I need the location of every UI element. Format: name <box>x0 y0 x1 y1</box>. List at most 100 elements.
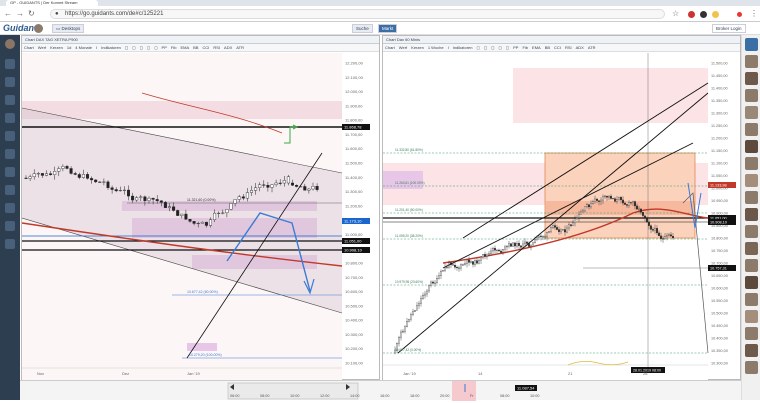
toolbar-item[interactable]: Chart <box>22 44 36 51</box>
price-chart-right[interactable]: 11.500,00 11.450,00 11.400,00 11.350,00 11.3… <box>383 53 742 380</box>
expert-avatar[interactable] <box>745 174 758 187</box>
toolbar-item[interactable]: RSI <box>211 44 222 51</box>
toolbar-item[interactable]: ◻ <box>496 44 503 51</box>
price-badge-label: 11.087,54 <box>517 386 535 391</box>
toolbar-item[interactable]: ◻ <box>489 44 496 51</box>
toolbar-item[interactable]: BB <box>191 44 200 51</box>
sidebar-icon-chart[interactable] <box>5 77 15 87</box>
toolbar-item[interactable]: Fib <box>169 44 179 51</box>
search-button[interactable]: Suche <box>352 24 373 33</box>
expert-avatar[interactable] <box>745 38 758 51</box>
candle-body <box>410 314 412 320</box>
extension-icon[interactable] <box>700 11 707 18</box>
candle-body <box>488 253 490 256</box>
toolbar-item[interactable]: BB <box>543 44 552 51</box>
sidebar-icon-news[interactable] <box>5 113 15 123</box>
forward-icon[interactable]: → <box>16 9 24 19</box>
toolbar-item[interactable]: ◻ <box>482 44 489 51</box>
desktops-button[interactable]: ▭ Desktops <box>52 24 85 33</box>
expert-avatar[interactable] <box>745 276 758 289</box>
toolbar-item[interactable]: Indikatoren <box>451 44 475 51</box>
candle-body <box>574 218 576 224</box>
toolbar-item[interactable]: ◻ <box>152 44 159 51</box>
toolbar-item[interactable]: Indikatoren <box>99 44 123 51</box>
toolbar-item[interactable]: Chart <box>383 44 397 51</box>
candle-body <box>520 245 522 248</box>
expert-avatar[interactable] <box>745 89 758 102</box>
expert-avatar[interactable] <box>745 344 758 357</box>
expert-avatar[interactable] <box>745 140 758 153</box>
candle-body <box>510 243 512 247</box>
profile-icon[interactable] <box>736 11 743 18</box>
toolbar-item[interactable]: CCI <box>552 44 563 51</box>
sidebar-icon-alerts[interactable] <box>5 149 15 159</box>
sidebar-icon-help[interactable] <box>5 221 15 231</box>
sidebar-icon-messages[interactable] <box>5 185 15 195</box>
broker-login-button[interactable]: Broker Login <box>712 24 746 33</box>
expert-avatar[interactable] <box>745 327 758 340</box>
toolbar-item[interactable]: Werf <box>36 44 48 51</box>
toolbar-item[interactable]: 1d <box>65 44 73 51</box>
sidebar-icon-portfolio[interactable] <box>5 131 15 141</box>
candle-body <box>470 261 472 263</box>
toolbar-item[interactable]: ATR <box>234 44 246 51</box>
expert-avatar[interactable] <box>745 242 758 255</box>
expert-avatar[interactable] <box>745 310 758 323</box>
extension-icon[interactable] <box>688 11 695 18</box>
price-tag-label: 10.908,10 <box>710 221 727 225</box>
timeline-strip[interactable]: 06:00 08:00 10:00 12:00 14:00 16:00 18:00 20:00… <box>20 381 741 401</box>
toolbar-item[interactable]: 1 Woche <box>426 44 446 51</box>
expert-avatar[interactable] <box>745 72 758 85</box>
avatar[interactable] <box>34 24 43 33</box>
sidebar-icon-desktop[interactable] <box>5 59 15 69</box>
toolbar-item[interactable]: EMA <box>178 44 191 51</box>
toolbar-item[interactable]: ◻ <box>138 44 145 51</box>
toolbar-item[interactable]: EMA <box>530 44 543 51</box>
extension-icon[interactable] <box>712 11 719 18</box>
expert-avatar[interactable] <box>745 55 758 68</box>
toolbar-item[interactable]: Werf <box>397 44 409 51</box>
toolbar-item[interactable]: ◻ <box>474 44 481 51</box>
expert-avatar[interactable] <box>745 293 758 306</box>
expert-avatar[interactable] <box>745 259 758 272</box>
sidebar-icon-watchlist[interactable] <box>5 95 15 105</box>
sidebar-icon-settings[interactable] <box>5 203 15 213</box>
toolbar-item[interactable]: ◻ <box>145 44 152 51</box>
price-chart-left[interactable]: 12.200,00 12.100,00 12.000,00 11.900,00 11.8… <box>22 53 381 380</box>
expert-avatar[interactable] <box>745 123 758 136</box>
sidebar-icon-tools[interactable] <box>5 239 15 249</box>
user-avatar[interactable] <box>5 39 15 49</box>
toolbar-item[interactable]: PP <box>511 44 520 51</box>
expert-avatar[interactable] <box>745 157 758 170</box>
toolbar-item[interactable]: PP <box>160 44 169 51</box>
expert-avatar[interactable] <box>745 225 758 238</box>
expert-avatar[interactable] <box>745 208 758 221</box>
candle-body <box>542 236 544 238</box>
expert-avatar[interactable] <box>745 361 758 374</box>
toolbar-item[interactable]: ◻ <box>130 44 137 51</box>
toolbar-item[interactable]: 4 Monate <box>73 44 94 51</box>
menu-icon[interactable]: ⋮ <box>750 9 758 19</box>
toolbar-item[interactable]: Kerzen <box>48 44 65 51</box>
star-icon[interactable]: ☆ <box>672 9 679 19</box>
expert-avatar[interactable] <box>745 191 758 204</box>
candle-body <box>514 242 516 247</box>
price-tag-label: 11.133,98 <box>710 184 727 188</box>
candle-body <box>598 200 600 202</box>
toolbar-item[interactable]: ADX <box>222 44 234 51</box>
reload-icon[interactable]: ↻ <box>28 9 35 19</box>
toolbar-item[interactable]: ◻ <box>123 44 130 51</box>
toolbar-item[interactable]: Kerzen <box>409 44 426 51</box>
toolbar-item[interactable]: RSI <box>563 44 574 51</box>
candle-body <box>110 187 114 190</box>
toolbar-item[interactable]: ADX <box>574 44 586 51</box>
sidebar-icon-screener[interactable] <box>5 167 15 177</box>
expert-avatar[interactable] <box>745 106 758 119</box>
toolbar-item[interactable]: ATR <box>586 44 598 51</box>
back-icon[interactable]: ← <box>4 9 12 19</box>
toolbar-item[interactable]: CCI <box>200 44 211 51</box>
url-input[interactable]: ● https://go.guidants.com/de#c/125221 <box>50 9 665 19</box>
toolbar-item[interactable]: Fib <box>520 44 530 51</box>
toolbar-item[interactable]: ◻ <box>504 44 511 51</box>
market-button[interactable]: Markt <box>378 24 398 33</box>
